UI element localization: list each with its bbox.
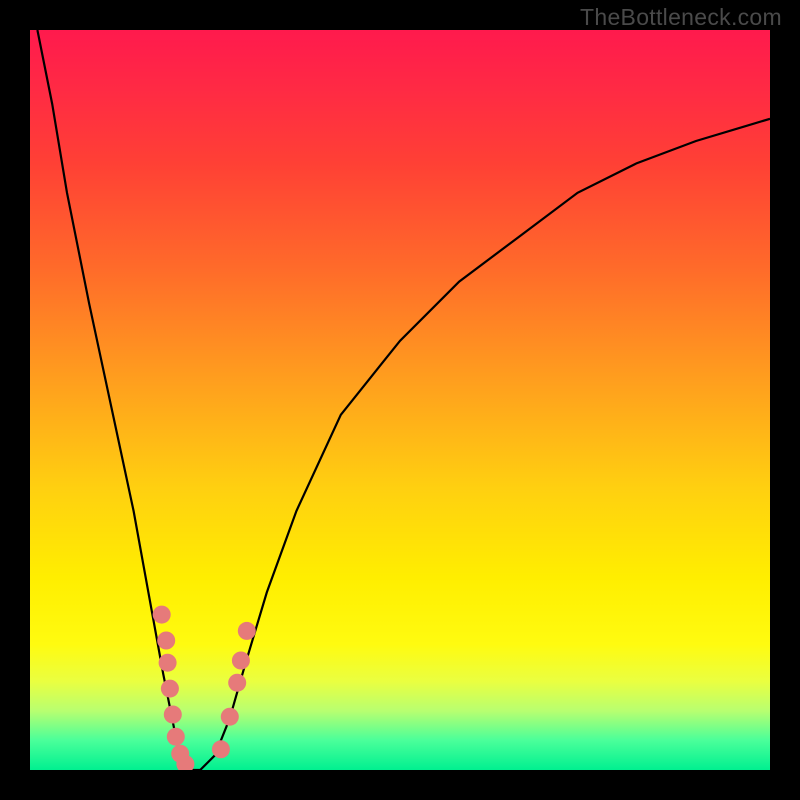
- data-point: [228, 674, 246, 692]
- chart-frame: TheBottleneck.com: [0, 0, 800, 800]
- data-point: [157, 632, 175, 650]
- data-point: [212, 740, 230, 758]
- data-markers: [153, 606, 256, 770]
- bottleneck-curve: [37, 30, 770, 770]
- curve-layer: [30, 30, 770, 770]
- data-point: [221, 708, 239, 726]
- data-point: [153, 606, 171, 624]
- data-point: [232, 652, 250, 670]
- data-point: [164, 706, 182, 724]
- data-point: [167, 728, 185, 746]
- data-point: [159, 654, 177, 672]
- plot-area: [30, 30, 770, 770]
- data-point: [161, 680, 179, 698]
- data-point: [238, 622, 256, 640]
- watermark-label: TheBottleneck.com: [580, 4, 782, 31]
